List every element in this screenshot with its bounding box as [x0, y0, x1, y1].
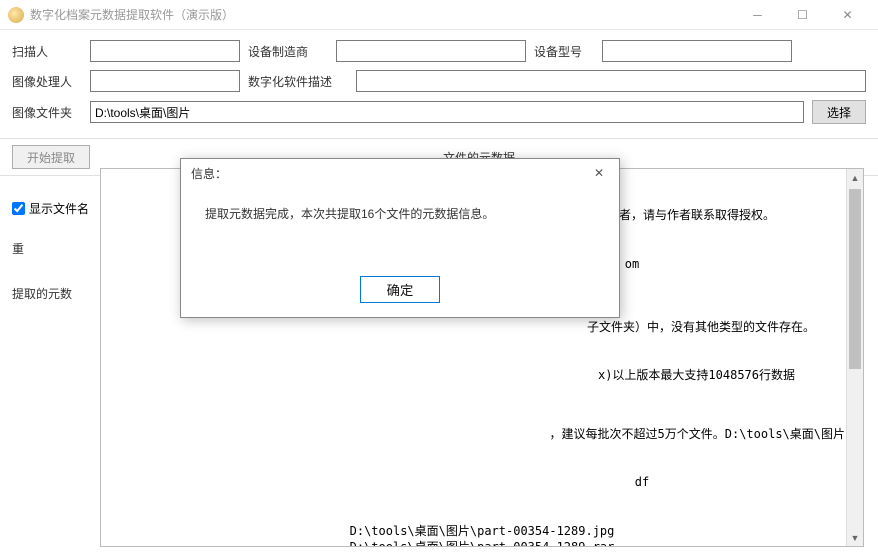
minimize-button[interactable]: ─: [735, 1, 780, 29]
log-file-list: D:\tools\桌面\图片\part-00354-1289.jpgD:\too…: [109, 523, 855, 547]
window-controls: ─ ☐ ✕: [735, 1, 870, 29]
folder-input[interactable]: [90, 101, 804, 123]
manufacturer-label: 设备制造商: [248, 43, 328, 60]
scrollbar[interactable]: ▲ ▼: [846, 169, 863, 546]
dialog-title: 信息：: [181, 159, 619, 187]
app-icon: [8, 7, 24, 23]
show-filename-input[interactable]: [12, 202, 25, 215]
folder-label: 图像文件夹: [12, 104, 82, 121]
scroll-thumb[interactable]: [849, 189, 861, 369]
log-line: df: [109, 474, 855, 490]
maximize-button[interactable]: ☐: [780, 1, 825, 29]
software-input[interactable]: [356, 70, 866, 92]
dialog-ok-button[interactable]: 确定: [360, 276, 441, 303]
log-line: D:\tools\桌面\图片\part-00354-1289.rar: [109, 539, 855, 547]
model-input[interactable]: [602, 40, 792, 62]
log-line: D:\tools\桌面\图片\part-00354-1289.jpg: [109, 523, 855, 539]
scanner-label: 扫描人: [12, 43, 82, 60]
log-line: x)以上版本最大支持1048576行数据: [109, 367, 855, 383]
scroll-down-icon[interactable]: ▼: [847, 529, 863, 546]
processor-label: 图像处理人: [12, 73, 82, 90]
manufacturer-input[interactable]: [336, 40, 526, 62]
form-area: 扫描人 设备制造商 设备型号 图像处理人 数字化软件描述 图像文件夹 选择: [0, 30, 878, 139]
info-dialog: 信息： ✕ 提取元数据完成，本次共提取16个文件的元数据信息。 确定: [180, 158, 620, 318]
scanner-input[interactable]: [90, 40, 240, 62]
titlebar: 数字化档案元数据提取软件（演示版） ─ ☐ ✕: [0, 0, 878, 30]
dialog-close-button[interactable]: ✕: [583, 161, 615, 185]
software-label: 数字化软件描述: [248, 73, 348, 90]
window-title: 数字化档案元数据提取软件（演示版）: [30, 6, 735, 23]
extract-button[interactable]: 开始提取: [12, 145, 90, 169]
repeat-label: 重: [12, 240, 24, 257]
model-label: 设备型号: [534, 43, 594, 60]
processor-input[interactable]: [90, 70, 240, 92]
extracted-label: 提取的元数: [12, 285, 72, 302]
log-line: ，建议每批次不超过5万个文件。D:\tools\桌面\图片: [109, 426, 855, 442]
scroll-up-icon[interactable]: ▲: [847, 169, 863, 186]
select-folder-button[interactable]: 选择: [812, 100, 866, 124]
show-filename-label: 显示文件名: [29, 200, 89, 217]
log-line: 子文件夹）中，没有其他类型的文件存在。: [109, 319, 855, 335]
close-button[interactable]: ✕: [825, 1, 870, 29]
show-filename-checkbox[interactable]: 显示文件名: [12, 200, 89, 217]
dialog-message: 提取元数据完成，本次共提取16个文件的元数据信息。: [181, 187, 619, 240]
